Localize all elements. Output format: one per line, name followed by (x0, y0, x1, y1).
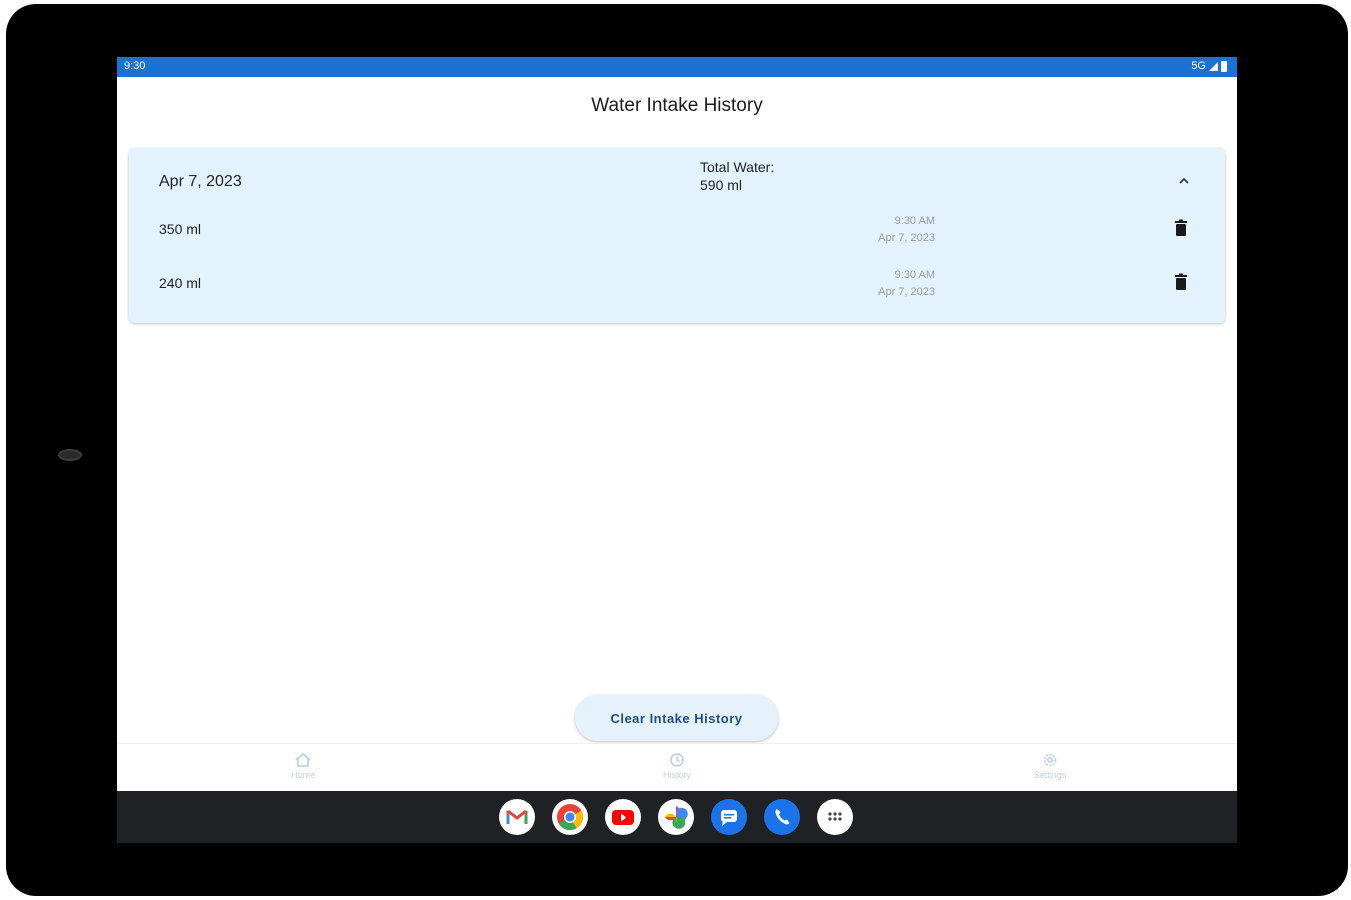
entry-time: 9:30 AM (894, 215, 935, 227)
youtube-icon[interactable] (605, 799, 641, 835)
signal-icon (1209, 61, 1218, 71)
nav-label: Settings (1033, 770, 1067, 780)
chevron-up-icon[interactable] (1175, 172, 1193, 190)
nav-item-history[interactable]: History (627, 744, 727, 792)
nav-label: History (662, 770, 691, 780)
entry-date: Apr 7, 2023 (878, 232, 935, 244)
nav-item-home[interactable]: Home (253, 744, 353, 792)
phone-icon[interactable] (764, 799, 800, 835)
bottom-navigation: Home History Settings (117, 743, 1237, 791)
dock-apps (499, 799, 853, 835)
history-icon (670, 753, 684, 767)
entry-timestamp: 9:30 AM Apr 7, 2023 (835, 267, 935, 301)
history-date: Apr 7, 2023 (159, 173, 242, 190)
gmail-icon[interactable] (499, 799, 535, 835)
entry-date: Apr 7, 2023 (878, 286, 935, 298)
delete-icon[interactable] (1174, 219, 1188, 237)
page-title: Water Intake History (591, 95, 763, 116)
status-time: 9:30 (124, 60, 146, 72)
network-type: 5G (1191, 60, 1206, 72)
status-icons: 5G (1191, 60, 1227, 72)
total-water-label: Total Water: (700, 159, 775, 175)
nav-item-settings[interactable]: Settings (1000, 744, 1100, 792)
entry-time: 9:30 AM (894, 269, 935, 281)
system-dock (117, 791, 1237, 843)
messages-icon[interactable] (711, 799, 747, 835)
total-water: Total Water: 590 ml (700, 158, 774, 194)
camera-icon (58, 449, 82, 461)
entry-timestamp: 9:30 AM Apr 7, 2023 (835, 213, 935, 247)
status-bar: 9:30 5G (117, 57, 1237, 77)
app-drawer-icon[interactable] (817, 799, 853, 835)
nav-label: Home (290, 770, 315, 780)
entry-amount: 350 ml (159, 221, 202, 237)
gear-icon (1043, 753, 1057, 767)
intake-entry: 350 ml 9:30 AM Apr 7, 2023 (129, 207, 1225, 257)
app-screen: 9:30 5G Water Intake History Apr 7, 2023… (117, 57, 1237, 843)
clear-history-button[interactable]: Clear Intake History (575, 695, 778, 741)
history-day-card[interactable]: Apr 7, 2023 Total Water: 590 ml 350 ml 9… (129, 148, 1225, 323)
photos-icon[interactable] (658, 799, 694, 835)
chrome-icon[interactable] (552, 799, 588, 835)
entry-amount: 240 ml (159, 275, 202, 291)
intake-entry: 240 ml 9:30 AM Apr 7, 2023 (129, 261, 1225, 311)
battery-icon (1221, 60, 1227, 72)
home-icon (295, 753, 311, 767)
total-water-value: 590 ml (700, 177, 743, 193)
delete-icon[interactable] (1174, 273, 1188, 291)
